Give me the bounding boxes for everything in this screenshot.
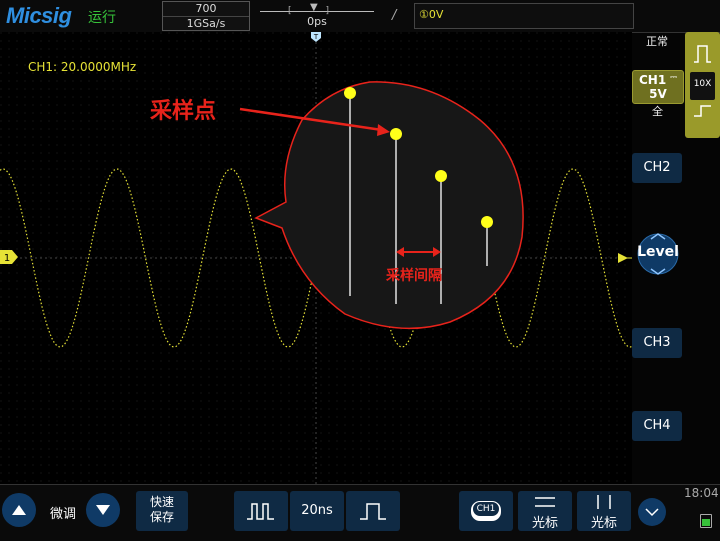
horizontal-cursor-button[interactable]: 光标 [518, 491, 572, 531]
triangle-up-icon [12, 505, 26, 515]
brand-logo: Micsig [6, 3, 72, 28]
ch4-button[interactable]: CH4 [632, 411, 682, 441]
chevron-down-icon [645, 508, 659, 517]
memory-depth: 700 [195, 2, 217, 15]
trigger-level-value: ①0V [419, 8, 444, 21]
ch1-button[interactable]: CH1 ⎓ 5V [632, 70, 684, 104]
narrow-pulse-icon [247, 503, 274, 520]
timebase-decrease-button[interactable] [234, 491, 288, 531]
ch1-label: CH1 [639, 73, 667, 87]
level-label: Level [637, 244, 679, 260]
expand-menu-button[interactable] [638, 498, 666, 526]
acquisition-settings[interactable]: 700 1GSa/s [162, 1, 250, 31]
ch1-volt-scale: 5V [649, 87, 667, 101]
vertical-cursor-button[interactable]: 光标 [577, 491, 631, 531]
horizontal-position[interactable]: [] ▼ 0ps [258, 2, 376, 29]
position-pointer-icon: ▼ [310, 2, 318, 13]
triangle-down-icon [96, 505, 110, 515]
level-knob-button[interactable]: Level [637, 229, 679, 279]
ch1-side-panel[interactable]: 10X [685, 32, 720, 138]
trigger-level-box[interactable]: ①0V [414, 3, 634, 29]
sample-point-label: 采样点 [150, 98, 216, 124]
wide-pulse-icon [360, 503, 386, 520]
trigger-mode[interactable]: 正常 [646, 33, 668, 49]
battery-icon [700, 514, 712, 528]
fine-down-button[interactable] [86, 493, 120, 527]
trigger-edge-icon: / [392, 8, 397, 23]
probe-ratio[interactable]: 10X [685, 79, 720, 89]
horizontal-cursor-icon [535, 497, 555, 507]
vertical-cursor-icon [597, 495, 611, 509]
timebase-value[interactable]: 20ns [290, 491, 344, 531]
time-position-value: 0ps [307, 15, 327, 28]
system-clock: 18:04 [684, 486, 719, 500]
ch1-bandwidth-limit: 全 [652, 105, 663, 118]
fine-tune-label: 微调 [50, 507, 77, 522]
quick-save-label: 快速保存 [149, 495, 174, 524]
svg-text:T: T [313, 33, 319, 41]
cursor-label: 光标 [531, 516, 558, 531]
ch-selector-label: CH1 [473, 502, 499, 516]
sample-interval-label: 采样间隔 [385, 267, 442, 284]
sample-point [435, 170, 447, 182]
sample-rate: 1GSa/s [163, 16, 249, 30]
waveform-canvas: T 1 采样间隔 采样点 [0, 32, 632, 484]
ch3-button[interactable]: CH3 [632, 328, 682, 358]
fine-up-button[interactable] [2, 493, 36, 527]
ch2-button[interactable]: CH2 [632, 153, 682, 183]
sample-point [481, 216, 493, 228]
quick-save-button[interactable]: 快速保存 [136, 491, 188, 531]
cursor-label: 光标 [590, 516, 617, 531]
dc-coupling-icon: ⎓ [670, 73, 678, 83]
channel-frequency-readout: CH1: 20.0000MHz [28, 60, 137, 74]
svg-text:1: 1 [4, 253, 10, 264]
channel-select-button[interactable]: CH1 [459, 491, 513, 531]
timebase-increase-button[interactable] [346, 491, 400, 531]
waveform-display[interactable]: T 1 采样间隔 采样点 [0, 32, 632, 484]
sample-point [344, 87, 356, 99]
sample-point [390, 128, 402, 140]
run-stop-status[interactable]: 运行 [88, 7, 116, 27]
